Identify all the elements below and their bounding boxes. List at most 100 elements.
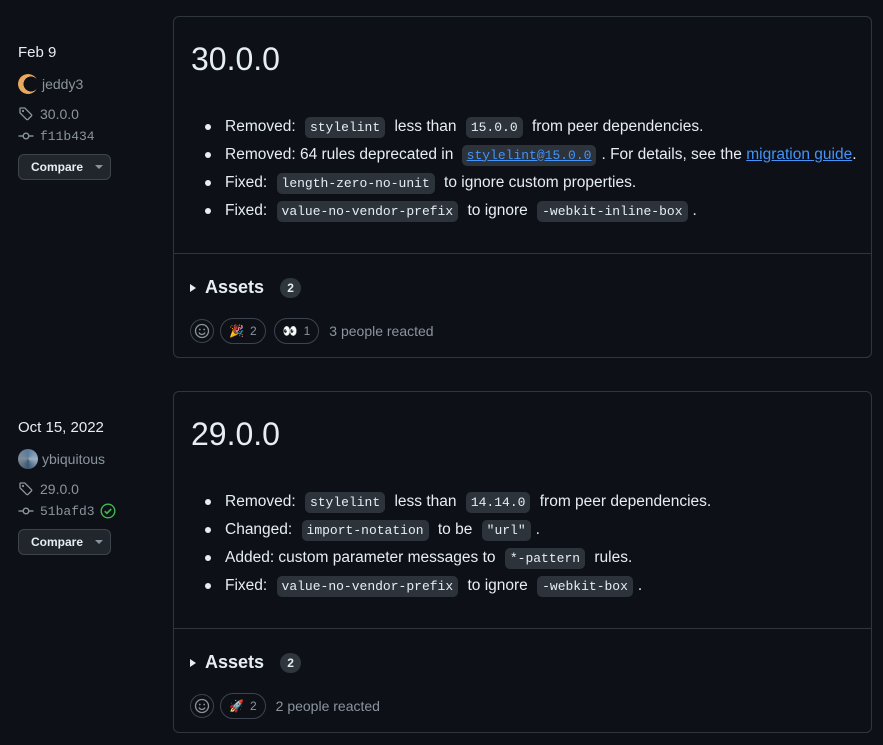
inline-code-link[interactable]: stylelint@15.0.0: [461, 144, 597, 166]
assets-toggle[interactable]: Assets 2: [190, 277, 302, 298]
release-date: Oct 15, 2022: [18, 419, 104, 436]
note-text: Fixed:: [225, 202, 272, 219]
smiley-icon: [194, 323, 210, 339]
compare-button[interactable]: Compare: [18, 154, 111, 180]
reaction-count: 1: [303, 324, 311, 338]
note-text: Fixed:: [225, 174, 272, 191]
release-commit[interactable]: f11b434: [18, 128, 95, 144]
release-note-item: Fixed: length-zero-no-unit to ignore cus…: [191, 169, 857, 197]
git-commit-icon: [18, 507, 34, 515]
tada-icon: 🎉: [229, 324, 244, 338]
release-note-item: Changed: import-notation to be "url".: [191, 516, 711, 544]
release-note-item: Fixed: value-no-vendor-prefix to ignore …: [191, 197, 857, 225]
reactions-summary[interactable]: 2 people reacted: [276, 698, 380, 714]
note-text: Added: custom parameter messages to: [225, 549, 500, 566]
add-reaction-button[interactable]: [190, 694, 214, 718]
tag-label[interactable]: 29.0.0: [40, 481, 79, 497]
chevron-down-icon: [95, 540, 104, 544]
inline-code: *-pattern: [504, 547, 586, 569]
release-commit[interactable]: 51bafd3: [18, 503, 122, 519]
release-author[interactable]: jeddy3: [18, 74, 83, 94]
divider: [174, 628, 871, 629]
release-note-item: Added: custom parameter messages to *-pa…: [191, 544, 711, 572]
triangle-right-icon: [190, 658, 196, 667]
triangle-right-icon: [190, 283, 196, 292]
divider: [174, 253, 871, 254]
inline-code: length-zero-no-unit: [276, 172, 435, 194]
release-note-item: Removed: stylelint less than 15.0.0 from…: [191, 113, 857, 141]
release-title[interactable]: 30.0.0: [191, 41, 280, 78]
inline-code: value-no-vendor-prefix: [276, 575, 459, 597]
release-title[interactable]: 29.0.0: [191, 416, 280, 453]
chevron-down-icon: [95, 165, 104, 169]
release-note-item: Removed: 64 rules deprecated in stylelin…: [191, 141, 857, 169]
inline-code: value-no-vendor-prefix: [276, 200, 459, 222]
note-text: less than: [390, 493, 461, 510]
tag-icon: [19, 482, 33, 496]
avatar[interactable]: [18, 74, 38, 94]
note-text: Fixed:: [225, 577, 272, 594]
note-text: to ignore: [463, 202, 533, 219]
author-name[interactable]: jeddy3: [42, 76, 83, 92]
release-author[interactable]: ybiquitous: [18, 449, 105, 469]
release-date: Feb 9: [18, 44, 57, 61]
note-text: from peer dependencies.: [535, 493, 712, 510]
note-text: Removed:: [225, 493, 300, 510]
compare-label: Compare: [31, 160, 84, 174]
reaction-tada-button[interactable]: 🎉 2: [220, 318, 266, 344]
note-text: less than: [390, 118, 461, 135]
reactions-summary[interactable]: 3 people reacted: [329, 323, 433, 339]
eyes-icon: 👀: [282, 324, 298, 338]
inline-code: stylelint: [304, 116, 386, 138]
avatar[interactable]: [18, 449, 38, 469]
releases-page: Feb 9 jeddy3 30.0.0 f11b434 Compare 30.0…: [0, 0, 883, 745]
reactions-bar: 🚀 2 2 people reacted: [190, 693, 380, 719]
note-text: rules.: [590, 549, 633, 566]
note-text: to ignore custom properties.: [439, 174, 637, 191]
commit-sha[interactable]: 51bafd3: [40, 504, 95, 519]
assets-count-badge: 2: [280, 652, 302, 673]
migration-guide-link[interactable]: migration guide: [746, 146, 852, 164]
assets-label[interactable]: Assets: [205, 277, 264, 298]
check-circle-icon[interactable]: [100, 503, 116, 519]
tag-icon: [19, 107, 33, 121]
release-note-item: Fixed: value-no-vendor-prefix to ignore …: [191, 572, 711, 600]
reactions-bar: 🎉 2 👀 1 3 people reacted: [190, 318, 434, 344]
git-commit-icon: [18, 132, 34, 140]
assets-count-badge: 2: [280, 277, 302, 298]
reaction-rocket-button[interactable]: 🚀 2: [220, 693, 266, 719]
note-text: Removed:: [225, 118, 300, 135]
add-reaction-button[interactable]: [190, 319, 214, 343]
rocket-icon: 🚀: [229, 699, 244, 713]
note-text: to ignore: [463, 577, 533, 594]
note-text: .: [637, 577, 643, 594]
note-text: Removed: 64 rules deprecated in: [225, 146, 458, 163]
inline-code: -webkit-inline-box: [537, 200, 688, 222]
release-tag[interactable]: 30.0.0: [18, 106, 79, 122]
note-text: .: [535, 521, 540, 538]
note-text: . For details, see the: [601, 146, 747, 163]
release-notes: Removed: stylelint less than 15.0.0 from…: [191, 113, 857, 225]
release-tag[interactable]: 29.0.0: [18, 481, 79, 497]
release-card: 30.0.0 Removed: stylelint less than 15.0…: [173, 16, 872, 358]
inline-code: 14.14.0: [465, 491, 531, 513]
compare-label: Compare: [31, 535, 84, 549]
note-text: .: [852, 146, 857, 163]
smiley-icon: [194, 698, 210, 714]
inline-code: 15.0.0: [465, 116, 523, 138]
inline-code: stylelint: [304, 491, 386, 513]
commit-sha[interactable]: f11b434: [40, 129, 95, 144]
inline-code: -webkit-box: [537, 575, 633, 597]
assets-toggle[interactable]: Assets 2: [190, 652, 302, 673]
note-text: .: [692, 202, 697, 219]
release-note-item: Removed: stylelint less than 14.14.0 fro…: [191, 488, 711, 516]
release-card: 29.0.0 Removed: stylelint less than 14.1…: [173, 391, 872, 733]
assets-label[interactable]: Assets: [205, 652, 264, 673]
compare-button[interactable]: Compare: [18, 529, 111, 555]
release-notes: Removed: stylelint less than 14.14.0 fro…: [191, 488, 711, 600]
note-text: Changed:: [225, 521, 297, 538]
author-name[interactable]: ybiquitous: [42, 451, 105, 467]
reaction-count: 2: [249, 699, 257, 713]
reaction-eyes-button[interactable]: 👀 1: [273, 318, 320, 344]
tag-label[interactable]: 30.0.0: [40, 106, 79, 122]
